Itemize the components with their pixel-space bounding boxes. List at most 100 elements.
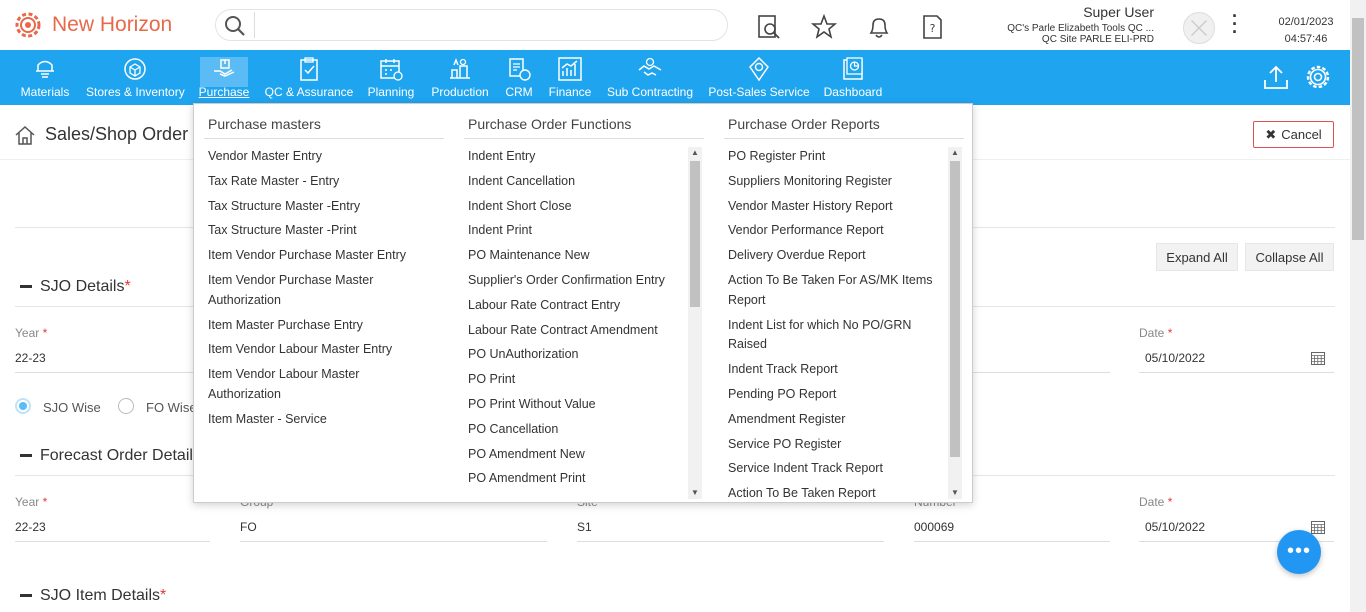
forecast-date-field[interactable]: 05/10/2022: [1145, 520, 1205, 534]
menu-item[interactable]: Tax Structure Master -Entry: [208, 197, 428, 217]
menu-item[interactable]: Vendor Performance Report: [728, 221, 943, 241]
nav-materials[interactable]: Materials: [14, 50, 76, 105]
menu-item[interactable]: Indent Short Close: [468, 197, 683, 217]
expand-all-button[interactable]: Expand All: [1156, 243, 1238, 271]
menu-item[interactable]: PO Print Without Value: [468, 395, 683, 415]
fo-wise-label[interactable]: FO Wise: [146, 400, 197, 415]
menu-scrollbar[interactable]: ▲ ▼: [688, 147, 702, 499]
crm-icon: [509, 58, 531, 81]
menu-item[interactable]: Item Vendor Labour Master Entry: [208, 340, 428, 360]
collapse-icon: [20, 454, 32, 458]
menu-item[interactable]: PO Print: [468, 370, 683, 390]
nav-purchase[interactable]: Purchase: [198, 50, 250, 105]
nav-sub-contracting[interactable]: Sub Contracting: [606, 50, 694, 105]
page-scrollbar-thumb[interactable]: [1352, 18, 1364, 240]
collapse-icon: [20, 594, 32, 598]
menu-item[interactable]: Delivery Overdue Report: [728, 246, 943, 266]
page-scrollbar[interactable]: [1350, 0, 1366, 612]
field-underline: [240, 541, 547, 542]
menu-item[interactable]: Pending PO Report: [728, 385, 943, 405]
menu-item[interactable]: Item Vendor Labour Master Authorization: [208, 365, 428, 405]
menu-item[interactable]: Item Master - Service: [208, 410, 428, 430]
bell-icon[interactable]: [866, 14, 892, 40]
menu-item[interactable]: PO Maintenance New: [468, 246, 683, 266]
document-search-icon[interactable]: [756, 14, 782, 40]
nav-stores-inventory[interactable]: Stores & Inventory: [86, 50, 185, 105]
forecast-number-field[interactable]: 000069: [914, 520, 954, 534]
brand-name: New Horizon: [52, 13, 173, 36]
menu-item[interactable]: PO Amendment New: [468, 445, 683, 465]
main-nav: Materials Stores & Inventory Purchase QC…: [0, 50, 1350, 105]
menu-item[interactable]: Indent Entry: [468, 147, 683, 167]
menu-item[interactable]: Action To Be Taken For AS/MK Items Repor…: [728, 271, 943, 311]
sjo-wise-label[interactable]: SJO Wise: [43, 400, 101, 415]
menu-item[interactable]: PO Amendment Print: [468, 469, 683, 489]
menu-scrollbar[interactable]: ▲ ▼: [948, 147, 962, 499]
fo-wise-radio[interactable]: [118, 398, 134, 414]
home-icon[interactable]: [14, 124, 36, 146]
avatar[interactable]: [1183, 12, 1215, 44]
calendar-icon[interactable]: [1311, 351, 1325, 365]
nav-qc-assurance[interactable]: QC & Assurance: [264, 50, 354, 105]
menu-item[interactable]: Indent Track Report: [728, 360, 943, 380]
menu-item[interactable]: Tax Structure Master -Print: [208, 221, 428, 241]
menu-item[interactable]: Labour Rate Contract Entry: [468, 296, 683, 316]
kebab-menu-icon[interactable]: · · ·: [1230, 7, 1240, 41]
cancel-button[interactable]: ✖ Cancel: [1253, 121, 1334, 148]
star-icon[interactable]: [811, 14, 837, 40]
menu-item[interactable]: PO Cancellation: [468, 420, 683, 440]
menu-scrollbar-thumb[interactable]: [950, 161, 960, 457]
menu-item[interactable]: Indent Cancellation: [468, 172, 683, 192]
sjo-year-field[interactable]: 22-23: [15, 351, 46, 365]
search-icon[interactable]: [224, 15, 246, 37]
calendar-icon[interactable]: [1311, 520, 1325, 534]
menu-item[interactable]: Suppliers Monitoring Register: [728, 172, 943, 192]
nav-planning[interactable]: Planning: [366, 50, 416, 105]
menu-item[interactable]: Item Vendor Purchase Master Entry: [208, 246, 428, 266]
forecast-year-field[interactable]: 22-23: [15, 520, 46, 534]
menu-item[interactable]: Tax Rate Master - Entry: [208, 172, 428, 192]
nav-crm[interactable]: CRM: [503, 50, 535, 105]
menu-item[interactable]: Supplier's Order Confirmation Entry: [468, 271, 683, 291]
nav-post-sales-service[interactable]: Post-Sales Service: [708, 50, 810, 105]
upload-icon[interactable]: [1262, 63, 1290, 91]
menu-item[interactable]: Action To Be Taken Report: [728, 484, 943, 499]
scroll-down-icon[interactable]: ▼: [688, 487, 702, 499]
menu-item[interactable]: Indent Print: [468, 221, 683, 241]
chat-button[interactable]: •••: [1277, 530, 1321, 574]
menu-column-purchase-order-functions: Purchase Order Functions Indent Entry In…: [454, 104, 714, 504]
sjo-item-details-header[interactable]: SJO Item Details*: [20, 587, 166, 605]
scroll-up-icon[interactable]: ▲: [688, 147, 702, 159]
settings-icon[interactable]: [1304, 63, 1332, 91]
forecast-details-header[interactable]: Forecast Order Details: [20, 447, 201, 465]
menu-item[interactable]: Service Indent Track Report: [728, 459, 943, 479]
menu-item[interactable]: PO UnAuthorization: [468, 345, 683, 365]
forecast-site-field[interactable]: S1: [577, 520, 592, 534]
collapse-all-button[interactable]: Collapse All: [1245, 243, 1334, 271]
menu-item[interactable]: Vendor Master History Report: [728, 197, 943, 217]
menu-scrollbar-thumb[interactable]: [690, 161, 700, 307]
menu-item[interactable]: Item Master Purchase Entry: [208, 316, 428, 336]
menu-item[interactable]: PO Register Print: [728, 147, 943, 167]
menu-item[interactable]: Indent List for which No PO/GRN Raised: [728, 316, 943, 356]
user-info[interactable]: Super User QC's Parle Elizabeth Tools QC…: [894, 4, 1154, 45]
menu-item[interactable]: Vendor Master Entry: [208, 147, 428, 167]
nav-finance[interactable]: Finance: [548, 50, 592, 105]
nav-label: QC & Assurance: [264, 85, 354, 99]
menu-item[interactable]: Labour Rate Contract Amendment: [468, 321, 683, 341]
collapse-icon: [20, 285, 32, 289]
search-input[interactable]: [215, 9, 728, 41]
menu-item[interactable]: Item Vendor Purchase Master Authorizatio…: [208, 271, 428, 311]
sjo-wise-radio[interactable]: [15, 398, 31, 414]
sjo-details-header[interactable]: SJO Details*: [20, 278, 131, 296]
nav-dashboard[interactable]: Dashboard: [822, 50, 884, 105]
sjo-date-field[interactable]: 05/10/2022: [1145, 351, 1205, 365]
forecast-year-label: Year *: [15, 495, 48, 509]
scroll-down-icon[interactable]: ▼: [948, 487, 962, 499]
scroll-up-icon[interactable]: ▲: [948, 147, 962, 159]
nav-production[interactable]: Production: [429, 50, 491, 105]
menu-item[interactable]: Service PO Register: [728, 435, 943, 455]
forecast-date-label: Date *: [1139, 495, 1173, 509]
menu-item[interactable]: Amendment Register: [728, 410, 943, 430]
forecast-group-field[interactable]: FO: [240, 520, 257, 534]
